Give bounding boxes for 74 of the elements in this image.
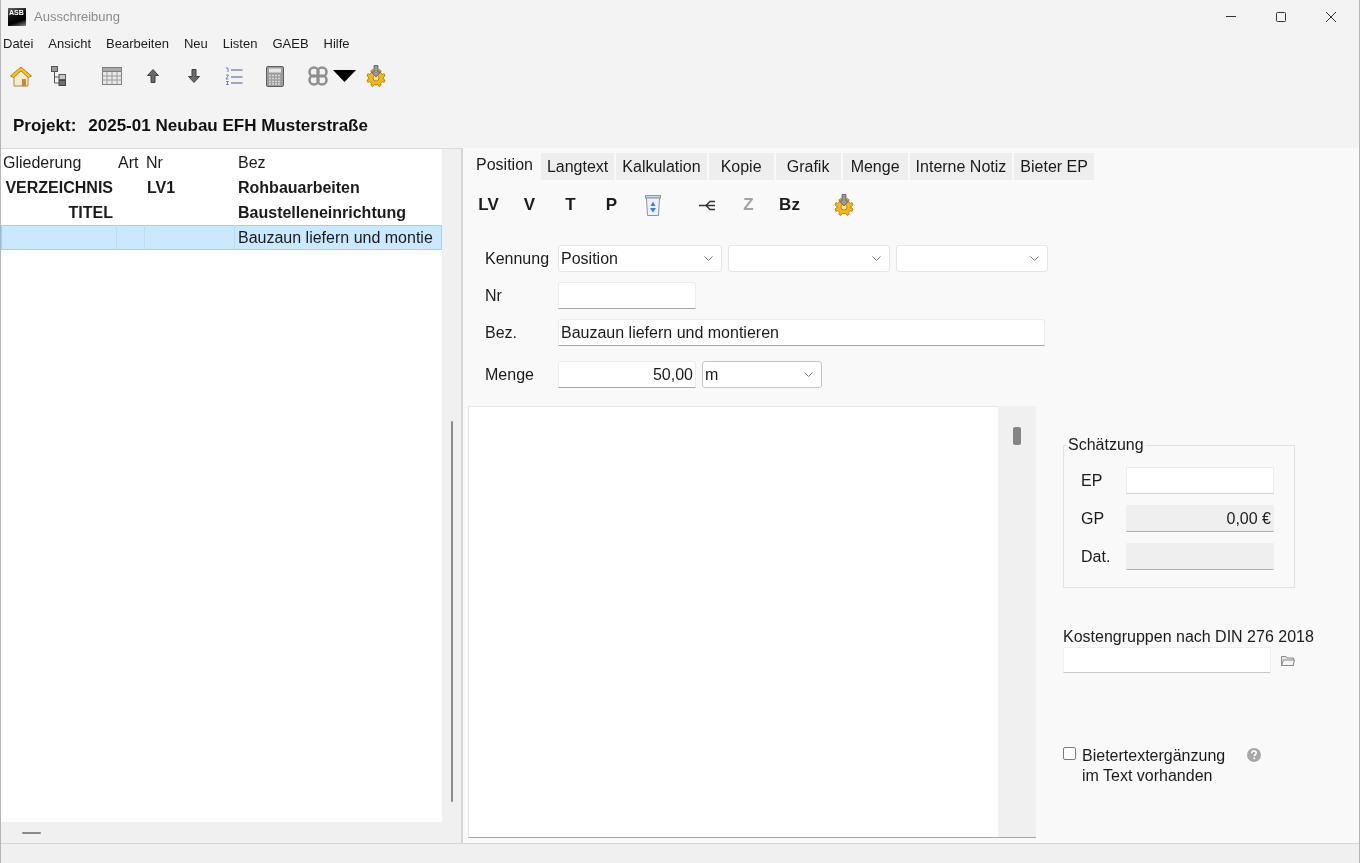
house-icon[interactable] xyxy=(10,65,32,87)
tree-cell: LV1 xyxy=(147,179,176,196)
tree-row[interactable]: VERZEICHNIS LV1 Rohbauarbeiten xyxy=(1,175,442,200)
dropdown[interactable]: Position xyxy=(558,245,722,272)
chevron-down-icon xyxy=(704,256,713,261)
branch-icon[interactable] xyxy=(699,199,716,211)
caret-down-icon[interactable] xyxy=(332,70,356,82)
window-title: Ausschreibung xyxy=(34,9,120,24)
tool-button[interactable]: P xyxy=(591,191,632,219)
group-title: Schätzung xyxy=(1067,436,1145,454)
menu-item[interactable]: Hilfe xyxy=(323,36,350,52)
tree-row[interactable]: Bauzaun liefern und montie xyxy=(1,225,442,250)
chevron-down-icon xyxy=(1030,256,1039,261)
maximize-icon[interactable] xyxy=(1276,11,1286,22)
tree-cell: Baustelleneinrichtung xyxy=(238,204,407,221)
input-field[interactable] xyxy=(1063,647,1271,673)
gear-arrow-icon[interactable] xyxy=(832,194,855,216)
dropdown[interactable]: m xyxy=(702,361,822,388)
tree-cell: VERZEICHNIS xyxy=(5,179,113,196)
arrow-down-icon[interactable] xyxy=(188,69,200,83)
input-field[interactable] xyxy=(558,282,696,309)
field-label: Menge xyxy=(485,365,535,384)
field-label: Kostengruppen nach DIN 276 2018 xyxy=(1063,627,1315,646)
tool-button[interactable]: V xyxy=(509,191,550,219)
input-field[interactable]: Bauzaun liefern und montieren xyxy=(558,319,1045,346)
tab[interactable]: Grafik xyxy=(775,153,841,180)
tab[interactable]: Interne Notiz xyxy=(909,153,1013,180)
field-label: Bez. xyxy=(485,323,518,342)
hierarchy-icon[interactable] xyxy=(50,66,66,86)
input-field[interactable]: 50,00 xyxy=(558,361,696,388)
column-header[interactable]: Gliederung xyxy=(1,150,117,175)
field-label: GP xyxy=(1081,509,1106,528)
tab[interactable]: Langtext xyxy=(540,153,615,180)
scrollbar[interactable] xyxy=(998,406,1036,838)
chevron-down-icon xyxy=(804,372,813,377)
calculator-icon[interactable] xyxy=(266,65,284,87)
column-header[interactable]: Nr xyxy=(145,150,235,175)
tab[interactable]: Menge xyxy=(842,153,908,180)
tree-row[interactable]: TITEL Baustelleneinrichtung xyxy=(1,200,442,225)
menu-item[interactable]: Neu xyxy=(183,36,208,52)
folder-icon[interactable] xyxy=(1281,654,1295,666)
menu-item[interactable]: Ansicht xyxy=(48,36,91,52)
numbered-list-icon[interactable] xyxy=(225,66,243,86)
tool-button[interactable]: Bz xyxy=(769,191,810,219)
tool-button[interactable]: T xyxy=(550,191,591,219)
recycle-bin-icon[interactable] xyxy=(644,194,661,216)
tab[interactable]: Kalkulation xyxy=(616,153,707,180)
tree-cell: Rohbauarbeiten xyxy=(238,179,360,196)
field-label: Kennung xyxy=(485,249,551,268)
checkbox-label: Bietertextergänzung im Text vorhanden xyxy=(1082,746,1227,786)
close-icon[interactable] xyxy=(1326,11,1336,22)
menu-item[interactable]: Bearbeiten xyxy=(106,36,169,52)
input-field[interactable] xyxy=(1126,467,1274,494)
menu-item[interactable]: GAEB xyxy=(272,36,309,52)
help-icon[interactable] xyxy=(1247,748,1261,762)
checkbox[interactable] xyxy=(1063,747,1076,760)
table-icon[interactable] xyxy=(102,67,122,85)
project-name: 2025-01 Neubau EFH Musterstraße xyxy=(88,116,368,136)
tree-cell: TITEL xyxy=(68,204,113,221)
project-label: Projekt: xyxy=(13,116,77,136)
tool-button[interactable]: LV xyxy=(468,191,509,219)
chevron-down-icon xyxy=(872,256,881,261)
tab[interactable]: Kopie xyxy=(708,153,774,180)
tab[interactable]: Bieter EP xyxy=(1014,153,1094,180)
menu-item[interactable]: Datei xyxy=(3,36,34,52)
arrow-up-icon[interactable] xyxy=(147,69,159,83)
field-label: Dat. xyxy=(1081,547,1112,566)
field-label: Nr xyxy=(485,286,503,305)
column-header[interactable]: Art xyxy=(117,150,145,175)
tree-cell: Bauzaun liefern und montie xyxy=(238,229,433,246)
column-header[interactable]: Bez xyxy=(235,150,442,175)
field-label: EP xyxy=(1081,471,1104,490)
menu-item[interactable]: Listen xyxy=(222,36,258,52)
gear-arrow-icon[interactable] xyxy=(365,65,387,87)
